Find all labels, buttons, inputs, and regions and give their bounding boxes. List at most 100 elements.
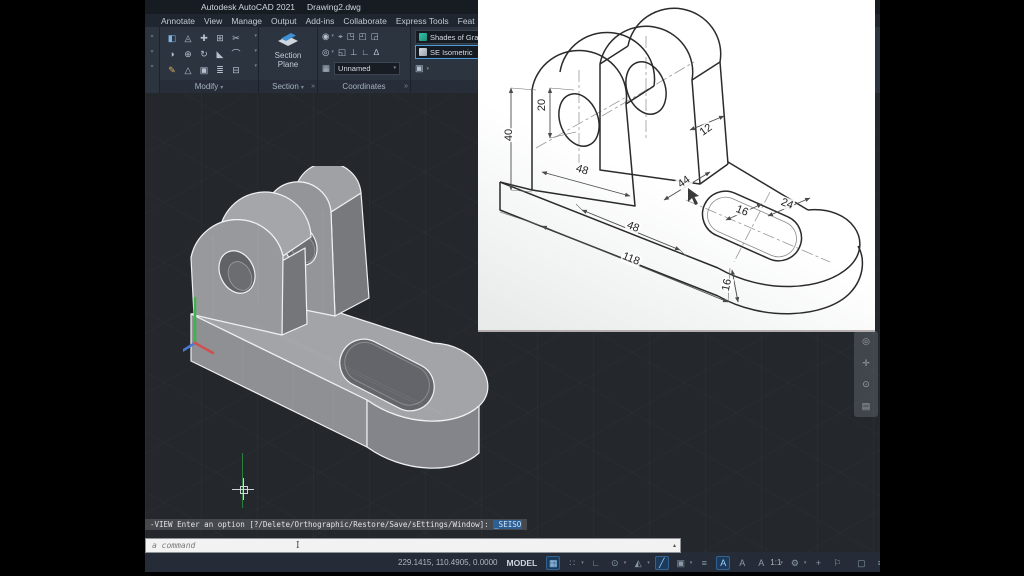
dropdown-caret-icon[interactable]: ▾ [331,33,334,39]
dropdown-caret-icon: ▾ [394,65,397,71]
ortho-icon[interactable]: ∟ [589,556,603,570]
ucs-x-icon[interactable]: ◰ [359,31,367,42]
steering-wheel-icon[interactable]: ◎ [862,336,870,347]
workspace-gear-icon[interactable]: ⚙ [788,556,802,570]
grid-icon[interactable]: ▦ [546,556,560,570]
tab-collaborate[interactable]: Collaborate [343,16,386,26]
orbit-icon[interactable]: ▤ [862,401,871,412]
customization-menu-icon[interactable]: ≡ [873,556,880,570]
copy-tool-icon[interactable]: ⊞ [212,30,228,46]
move-tool-icon[interactable]: ✚ [196,30,212,46]
3d-bracket-model [183,166,493,496]
isometric-drafting-icon[interactable]: ◭ [631,556,645,570]
fillet-tool-icon[interactable]: ◑ [164,46,180,62]
viewport-config-icon[interactable]: ▣ [415,63,424,74]
annotation-autoscale-icon[interactable]: A [735,556,749,570]
explode-tool-icon[interactable]: ≣ [212,62,228,78]
clean-screen-icon[interactable]: ▢ [854,556,868,570]
ribbon-clipped-panel: ▾ ▾ ▾ [145,27,160,99]
ucs-3point-icon[interactable]: ∆ [374,47,379,57]
crosshair-pickbox [240,486,248,494]
model-space-button[interactable]: MODEL [507,558,538,568]
chamfer-tool-icon[interactable]: △ [180,62,196,78]
tab-featured-apps[interactable]: Feat [458,16,475,26]
scale-tool-icon[interactable]: ◣ [212,46,228,62]
command-prompt-text: -VIEW Enter an option [?/Delete/Orthogra… [150,520,489,529]
freehand-tool-icon[interactable]: ✎ [164,62,180,78]
dimensioned-isometric-drawing [478,0,875,330]
modify-panel-label[interactable]: Modify▾ [160,80,258,93]
dropdown-caret-icon[interactable]: ▾ [624,560,627,566]
ucs-face-icon[interactable]: ◱ [338,47,346,58]
osnap-tracking-icon[interactable]: ╱ [655,556,669,570]
array-tool-icon[interactable]: ◬ [180,30,196,46]
annotation-scale-icon: A [754,556,768,570]
trim-tool-icon[interactable]: ✂ [228,30,244,46]
navigation-bar: ◎ ✛ ⊙ ▤ [854,331,878,417]
tab-express-tools[interactable]: Express Tools [396,16,449,26]
annotation-visibility-icon[interactable]: A [716,556,730,570]
ucs-settings-icon[interactable]: ▦ [322,63,330,74]
dropdown-caret-icon[interactable]: ▾ [254,33,257,39]
dropdown-caret-icon: ▾ [780,560,783,566]
dropdown-caret-icon[interactable]: ▾ [331,49,334,55]
dropdown-caret-icon[interactable]: ▾ [254,48,257,54]
plus-icon[interactable]: + [811,556,825,570]
ucs-object-icon[interactable]: ⊥ [350,47,357,58]
command-input-bar[interactable]: a command I ▴ [145,538,681,553]
coordinates-panel-label[interactable]: Coordinates » [318,80,410,93]
dropdown-caret-icon[interactable]: ▾ [804,560,807,566]
panel-overflow-icon[interactable]: » [404,80,408,93]
annotation-scale-control[interactable]: A 1:1 ▾ [754,556,783,570]
polar-array-tool-icon[interactable]: ⊕ [180,46,196,62]
mirror-tool-icon[interactable]: ◧ [164,30,180,46]
tab-view[interactable]: View [204,16,222,26]
arc-tool-icon[interactable]: ⌒ [228,46,244,62]
ucs-origin-icon[interactable]: ◳ [347,31,355,42]
dropdown-caret-icon[interactable]: ▾ [150,63,153,70]
osnap-icon[interactable]: ▣ [674,556,688,570]
section-panel-label[interactable]: Section▾ » [259,80,317,93]
dropdown-caret-icon[interactable]: ▾ [150,48,153,55]
rect-array-tool-icon[interactable]: ⊟ [228,62,244,78]
tab-annotate[interactable]: Annotate [161,16,195,26]
command-history-line: -VIEW Enter an option [?/Delete/Orthogra… [145,519,527,530]
dimension-label: 40 [503,128,515,142]
section-plane-label: Section Plane [267,51,309,69]
pan-icon[interactable]: ✛ [862,358,870,369]
history-up-icon[interactable]: ▴ [673,542,676,549]
coordinates-panel: ◉ ▾ ⌖ ◳ ◰ ◲ ◎ ▾ ◱ ⊥ ∟ ∆ ▦ Unnamed ▾ [318,27,411,93]
ucs-named-icon[interactable]: ◎ [322,47,329,58]
modify-panel: ◧ ◬ ✚ ⊞ ✂ ◑ ⊕ ↻ ◣ ⌒ ✎ △ ▣ ≣ ⊟ ▾ ▾ ▾ [160,27,259,93]
dropdown-caret-icon[interactable]: ▾ [427,66,430,72]
rotate-tool-icon[interactable]: ↻ [196,46,212,62]
ucs-name-combobox[interactable]: Unnamed ▾ [334,62,400,75]
ucs-world-icon[interactable]: ⌖ [338,31,343,42]
dropdown-caret-icon[interactable]: ▾ [690,560,693,566]
ucs-view-icon[interactable]: ◲ [371,31,379,42]
modify-tools: ◧ ◬ ✚ ⊞ ✂ ◑ ⊕ ↻ ◣ ⌒ ✎ △ ▣ ≣ ⊟ [164,30,244,78]
dropdown-caret-icon[interactable]: ▾ [254,63,257,69]
tab-output[interactable]: Output [271,16,297,26]
section-plane-button[interactable]: Section Plane [259,29,317,77]
section-panel: Section Plane Section▾ » [259,27,318,93]
coordinate-display: 229.1415, 110.4905, 0.0000 [398,558,498,567]
zoom-icon[interactable]: ⊙ [862,379,870,390]
lineweight-icon[interactable]: ≡ [697,556,711,570]
snap-icon[interactable]: ∷ [565,556,579,570]
annotation-monitor-icon[interactable]: ⚐ [830,556,844,570]
autocad-window: Autodesk AutoCAD 2021 Drawing2.dwg Annot… [145,0,880,572]
dropdown-caret-icon[interactable]: ▾ [581,560,584,566]
dropdown-caret-icon[interactable]: ▾ [647,560,650,566]
polar-tracking-icon[interactable]: ⊙ [608,556,622,570]
app-title: Autodesk AutoCAD 2021 [201,2,295,12]
ucs-icon[interactable]: ◉ [322,31,329,42]
offset-tool-icon[interactable]: ▣ [196,62,212,78]
command-response-text: _SEISO [493,520,522,529]
dropdown-caret-icon[interactable]: ▾ [150,33,153,40]
tab-manage[interactable]: Manage [231,16,262,26]
panel-caret-icon: ▾ [301,85,304,91]
ucs-z-axis-icon[interactable]: ∟ [361,47,369,57]
panel-overflow-icon[interactable]: » [311,80,315,93]
tab-add-ins[interactable]: Add-ins [306,16,335,26]
